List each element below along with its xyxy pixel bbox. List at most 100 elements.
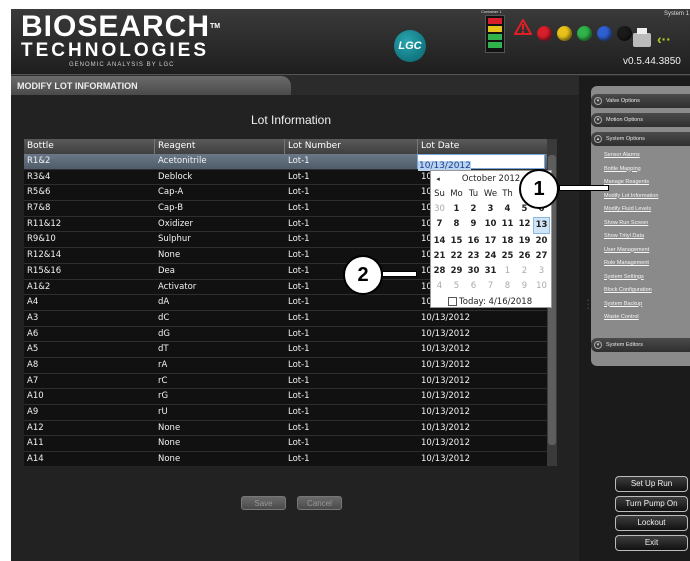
lot-number-cell[interactable]: Lot-1 — [285, 154, 418, 169]
calendar-day[interactable]: 10 — [482, 217, 499, 234]
reagent-cell[interactable]: dG — [155, 327, 285, 342]
warning-icon[interactable] — [514, 19, 532, 35]
bottle-cell[interactable]: A7 — [24, 374, 155, 389]
lot-number-cell[interactable]: Lot-1 — [285, 342, 418, 357]
calendar-day[interactable]: 19 — [516, 234, 533, 249]
sidebar-link-waste-control[interactable]: Waste Control — [604, 314, 639, 320]
lot-number-cell[interactable]: Lot-1 — [285, 436, 418, 451]
printer-icon[interactable] — [633, 28, 651, 47]
calendar-day[interactable]: 27 — [533, 249, 550, 264]
calendar-day[interactable]: 29 — [448, 264, 465, 279]
calendar-day[interactable]: 18 — [499, 234, 516, 249]
bottle-cell[interactable]: R12&14 — [24, 248, 155, 263]
lot-date-cell[interactable]: 10/13/2012 — [418, 405, 557, 420]
lot-number-cell[interactable]: Lot-1 — [285, 201, 418, 216]
sidebar-section-system-options[interactable]: ▴ System Options — [591, 132, 690, 146]
lot-number-cell[interactable]: Lot-1 — [285, 295, 418, 310]
calendar-day[interactable]: 28 — [431, 264, 448, 279]
lot-number-cell[interactable]: Lot-1 — [285, 185, 418, 200]
calendar-day[interactable]: 2 — [465, 202, 482, 217]
sidebar-link-manage-reagents[interactable]: Manage Reagents — [604, 179, 649, 185]
cancel-button[interactable]: Cancel — [297, 496, 342, 510]
reagent-cell[interactable]: None — [155, 248, 285, 263]
bottle-cell[interactable]: A3 — [24, 311, 155, 326]
reagent-cell[interactable]: Cap-A — [155, 185, 285, 200]
lot-date-cell[interactable]: 10/13/2012 — [418, 374, 557, 389]
reagent-cell[interactable]: dC — [155, 311, 285, 326]
sidebar-section-system-editors[interactable]: ▾ System Editors — [591, 338, 690, 352]
bottle-cell[interactable]: R7&8 — [24, 201, 155, 216]
reagent-cell[interactable]: Acetonitrile — [155, 154, 285, 169]
sidebar-link-show-run-screen[interactable]: Show Run Screen — [604, 220, 648, 226]
lot-number-cell[interactable]: Lot-1 — [285, 311, 418, 326]
lot-date-cell[interactable]: 10/13/2012 — [418, 342, 557, 357]
calendar-day[interactable]: 1 — [499, 264, 516, 279]
calendar-day[interactable]: 21 — [431, 249, 448, 264]
reagent-cell[interactable]: rU — [155, 405, 285, 420]
reagent-cell[interactable]: None — [155, 452, 285, 466]
calendar-day[interactable]: 11 — [499, 217, 516, 234]
save-button[interactable]: Save — [241, 496, 286, 510]
calendar-day[interactable]: 4 — [431, 279, 448, 294]
bottle-cell[interactable]: A11 — [24, 436, 155, 451]
reagent-cell[interactable]: dT — [155, 342, 285, 357]
table-row[interactable]: A11 None Lot-1 10/13/2012 — [24, 436, 557, 453]
calendar-day[interactable]: 5 — [448, 279, 465, 294]
calendar-day[interactable]: 14 — [431, 234, 448, 249]
reagent-cell[interactable]: dA — [155, 295, 285, 310]
bottle-cell[interactable]: R11&12 — [24, 217, 155, 232]
calendar-day[interactable]: 8 — [499, 279, 516, 294]
lot-number-cell[interactable]: Lot-1 — [285, 358, 418, 373]
table-row[interactable]: A14 None Lot-1 10/13/2012 — [24, 452, 557, 466]
sidebar-link-sensor-alarms[interactable]: Sensor Alarms — [604, 152, 640, 158]
calendar-day-selected[interactable]: 13 — [533, 217, 550, 234]
calendar-day[interactable]: 12 — [516, 217, 533, 234]
column-header-bottle[interactable]: Bottle — [24, 139, 155, 154]
lot-date-cell[interactable]: 10/13/2012 — [418, 327, 557, 342]
sidebar-link-role-management[interactable]: Role Management — [604, 260, 649, 266]
reagent-cell[interactable]: Sulphur — [155, 232, 285, 247]
sidebar-section-motion-options[interactable]: ▾ Motion Options — [591, 113, 690, 127]
calendar-day[interactable]: 9 — [465, 217, 482, 234]
bottle-cell[interactable]: A5 — [24, 342, 155, 357]
bottle-cell[interactable]: A6 — [24, 327, 155, 342]
calendar-day[interactable]: 17 — [482, 234, 499, 249]
turn-pump-on-button[interactable]: Turn Pump On — [615, 495, 688, 512]
prev-month-button[interactable]: ◂ — [431, 171, 445, 187]
table-row[interactable]: A6 dG Lot-1 10/13/2012 — [24, 327, 557, 343]
lot-number-cell[interactable]: Lot-1 — [285, 232, 418, 247]
bottle-cell[interactable]: R5&6 — [24, 185, 155, 200]
reagent-cell[interactable]: Activator — [155, 280, 285, 295]
reagent-cell[interactable]: None — [155, 421, 285, 436]
bottle-cell[interactable]: A4 — [24, 295, 155, 310]
calendar-day[interactable]: 6 — [465, 279, 482, 294]
today-link[interactable]: Today: 4/16/2018 — [431, 294, 551, 311]
calendar-day[interactable]: 7 — [482, 279, 499, 294]
lot-date-cell[interactable]: 10/13/2012 — [418, 358, 557, 373]
bottle-cell[interactable]: A14 — [24, 452, 155, 466]
table-row[interactable]: A7 rC Lot-1 10/13/2012 — [24, 374, 557, 390]
sidebar-link-system-settings[interactable]: System Settings — [604, 274, 644, 280]
lot-date-cell[interactable]: 10/13/2012 — [418, 421, 557, 436]
reagent-cell[interactable]: Deblock — [155, 170, 285, 185]
lot-date-input[interactable]: 10/13/2012 — [417, 154, 545, 171]
calendar-day[interactable]: 15 — [448, 234, 465, 249]
lot-number-cell[interactable]: Lot-1 — [285, 452, 418, 466]
bottle-cell[interactable]: A8 — [24, 358, 155, 373]
bottle-cell[interactable]: R3&4 — [24, 170, 155, 185]
lot-number-cell[interactable]: Lot-1 — [285, 405, 418, 420]
reagent-cell[interactable]: Dea — [155, 264, 285, 279]
reagent-cell[interactable]: Cap-B — [155, 201, 285, 216]
lot-number-cell[interactable]: Lot-1 — [285, 389, 418, 404]
calendar-day[interactable]: 26 — [516, 249, 533, 264]
table-row[interactable]: A5 dT Lot-1 10/13/2012 — [24, 342, 557, 358]
calendar-day[interactable]: 20 — [533, 234, 550, 249]
lot-number-cell[interactable]: Lot-1 — [285, 421, 418, 436]
column-header-lot-number[interactable]: Lot Number — [285, 139, 418, 154]
bottle-cell[interactable]: A9 — [24, 405, 155, 420]
lot-number-cell[interactable]: Lot-1 — [285, 327, 418, 342]
calendar-day[interactable]: 1 — [448, 202, 465, 217]
column-header-lot-date[interactable]: Lot Date — [418, 139, 557, 154]
container-level-indicator[interactable] — [485, 15, 505, 53]
column-header-reagent[interactable]: Reagent — [155, 139, 285, 154]
